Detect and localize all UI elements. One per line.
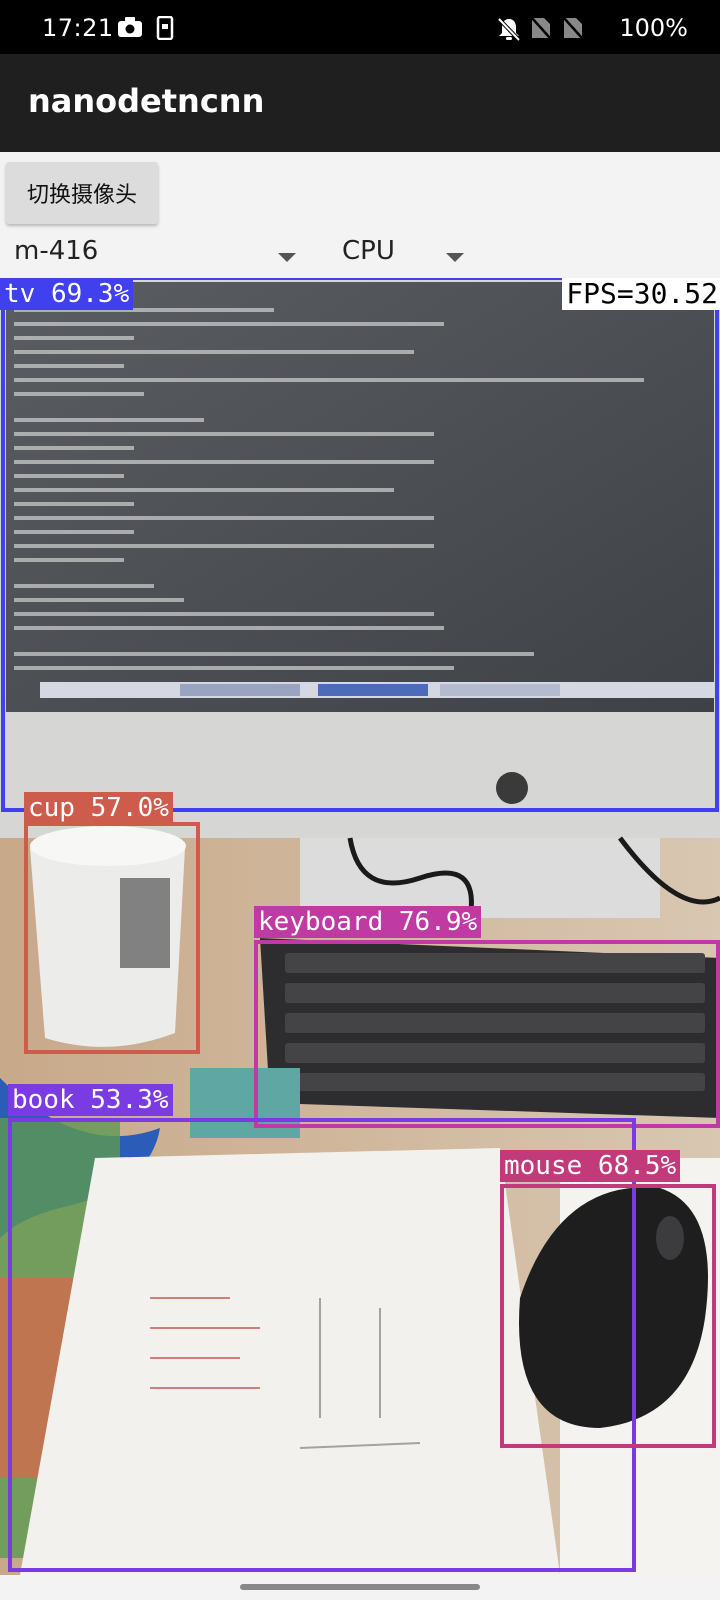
dropdown-arrow-icon bbox=[278, 253, 296, 262]
model-spinner[interactable]: m-416 bbox=[14, 236, 296, 276]
detection-label-tv: tv 69.3% bbox=[0, 278, 134, 310]
home-gesture-handle[interactable] bbox=[240, 1584, 480, 1590]
detection-label-cup: cup 57.0% bbox=[24, 792, 173, 824]
navigation-bar bbox=[0, 1575, 720, 1600]
status-bar: 17:21 100% bbox=[0, 0, 720, 54]
fps-counter: FPS=30.52 bbox=[562, 278, 720, 310]
status-time: 17:21 bbox=[42, 14, 114, 42]
screenshot-icon bbox=[156, 16, 174, 40]
model-spinner-value: m-416 bbox=[14, 236, 99, 266]
app-title: nanodetncnn bbox=[28, 82, 265, 120]
detection-label-mouse: mouse 68.5% bbox=[500, 1150, 681, 1182]
battery-level: 100% bbox=[619, 14, 688, 42]
device-spinner[interactable]: CPU bbox=[342, 236, 466, 276]
dropdown-arrow-icon-2 bbox=[446, 253, 464, 262]
detection-label-keyboard: keyboard 76.9% bbox=[254, 906, 482, 938]
notebook bbox=[20, 1148, 560, 1575]
device-spinner-value: CPU bbox=[342, 236, 395, 266]
camera-icon bbox=[118, 17, 142, 37]
bell-off-icon bbox=[497, 17, 521, 42]
switch-camera-button[interactable]: 切换摄像头 bbox=[6, 162, 158, 224]
apple-logo bbox=[496, 772, 528, 804]
no-sim-icon bbox=[531, 17, 551, 39]
app-bar: nanodetncnn bbox=[0, 54, 720, 152]
detection-label-book: book 53.3% bbox=[8, 1084, 173, 1116]
camera-preview[interactable]: tv 69.3% cup 57.0% keyboard 76.9% book 5… bbox=[0, 278, 720, 1575]
no-sim-icon-2 bbox=[563, 17, 583, 39]
monitor-screen bbox=[6, 282, 714, 712]
